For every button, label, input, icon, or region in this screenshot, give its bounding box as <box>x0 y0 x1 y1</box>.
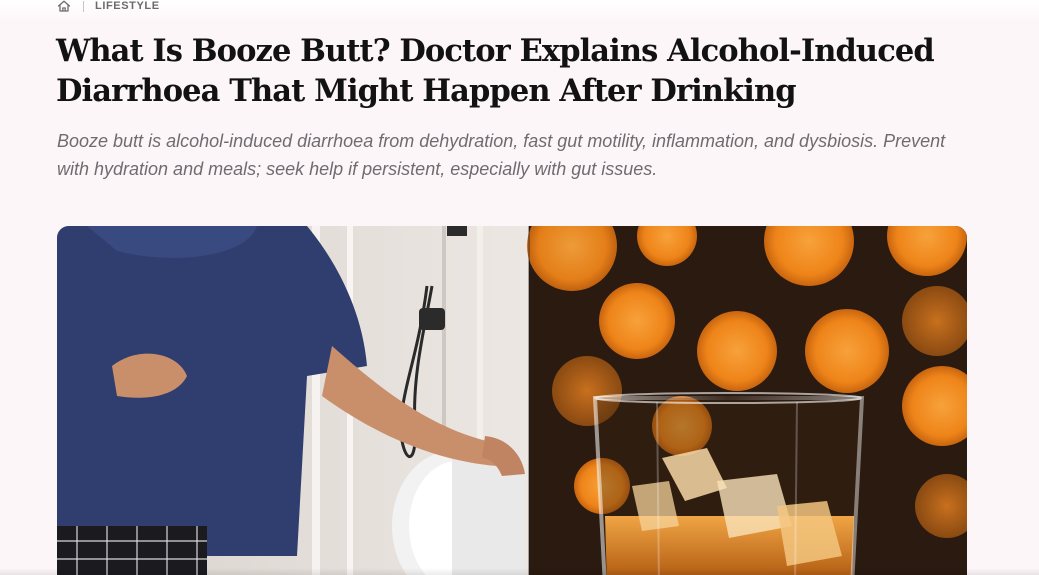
article-standfirst: Booze butt is alcohol-induced diarrhoea … <box>57 131 946 179</box>
whiskey-scene <box>527 226 967 575</box>
footer-shadow <box>0 568 1039 575</box>
home-icon[interactable] <box>57 0 71 12</box>
hero-image <box>57 226 967 575</box>
breadcrumb-separator <box>83 0 84 12</box>
breadcrumb: LIFESTYLE <box>57 0 160 13</box>
breadcrumb-category-link[interactable]: LIFESTYLE <box>95 0 160 12</box>
bathroom-scene <box>57 226 529 575</box>
article-title: What Is Booze Butt? Doctor Explains Alco… <box>56 33 935 109</box>
